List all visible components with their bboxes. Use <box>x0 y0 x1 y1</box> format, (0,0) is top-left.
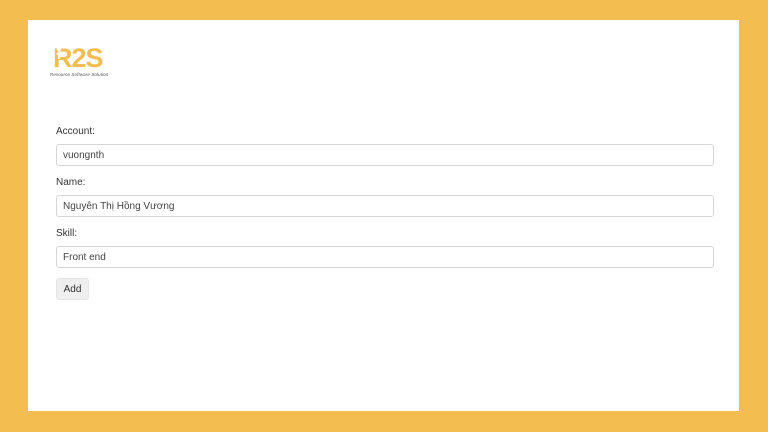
account-input[interactable] <box>56 144 714 166</box>
add-button[interactable]: Add <box>56 278 89 300</box>
account-label: Account: <box>56 126 95 137</box>
r2s-logo: R2S Resource Software Solution <box>50 42 120 82</box>
name-input[interactable] <box>56 195 714 217</box>
skill-label: Skill: <box>56 228 78 239</box>
logo-tagline: Resource Software Solution <box>50 72 109 77</box>
skill-input[interactable] <box>56 246 714 268</box>
name-label: Name: <box>56 177 86 188</box>
account-group: Account: <box>56 126 714 166</box>
skill-group: Skill: <box>56 228 714 268</box>
r2s-logo-mark: R2S <box>53 43 104 72</box>
name-group: Name: <box>56 177 714 217</box>
main-panel: R2S Resource Software Solution Account: … <box>28 20 739 411</box>
employee-form: Account: Name: Skill: Add <box>56 126 714 300</box>
